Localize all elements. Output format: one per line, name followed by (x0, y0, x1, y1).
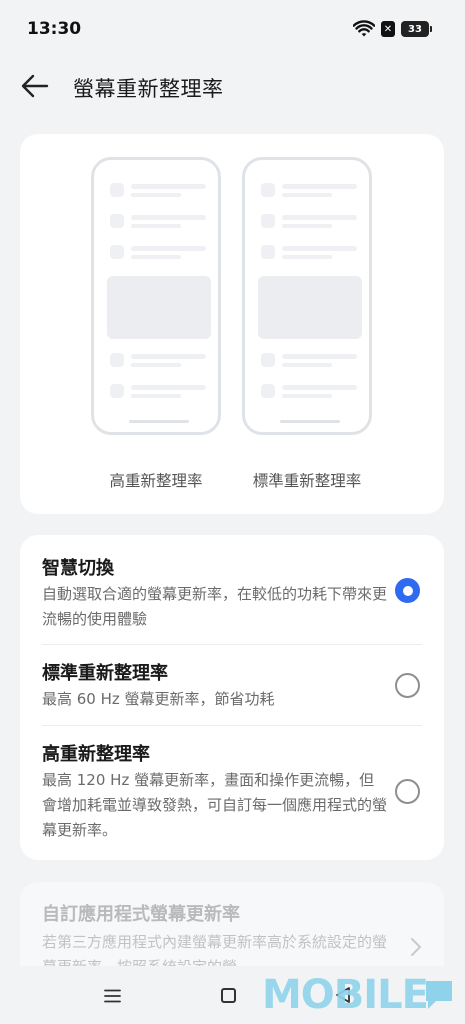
preview-list-row (110, 214, 206, 230)
status-bar: 13:30 ✕ 33 (0, 0, 465, 58)
status-time: 13:30 (27, 19, 82, 39)
phone-illustration-standard (242, 157, 372, 435)
preview-list-row (261, 384, 357, 400)
preview-image-block (258, 276, 362, 339)
option-title: 高重新整理率 (42, 744, 150, 765)
preview-list-row (261, 245, 357, 261)
preview-list-row (110, 245, 206, 261)
refresh-rate-preview-card: 高重新整理率 標準重新整理率 (20, 134, 444, 514)
app-bar: 螢幕重新整理率 (0, 60, 465, 112)
chevron-right-icon (411, 938, 421, 956)
option-description: 最高 60 Hz 螢幕更新率，節省功耗 (42, 690, 275, 708)
preview-home-indicator (129, 420, 189, 423)
option-standard-refresh[interactable]: 標準重新整理率 最高 60 Hz 螢幕更新率，節省功耗 (20, 645, 444, 725)
sim-x-icon: ✕ (381, 21, 395, 37)
phone-illustration-high (91, 157, 221, 435)
home-icon[interactable] (221, 988, 236, 1003)
preview-list-row (110, 183, 206, 199)
preview-list-row (261, 214, 357, 230)
wifi-icon (353, 20, 375, 37)
preview-list-row (110, 353, 206, 369)
preview-image-block (107, 276, 211, 339)
radio-smart-switch[interactable] (395, 578, 420, 603)
arrow-left-icon[interactable] (20, 72, 50, 100)
page-title: 螢幕重新整理率 (73, 77, 224, 101)
radio-high-refresh[interactable] (395, 779, 420, 804)
preview-list-row (261, 183, 357, 199)
preview-label-standard: 標準重新整理率 (252, 472, 362, 490)
preview-label-high: 高重新整理率 (109, 472, 203, 490)
preview-home-indicator (280, 420, 340, 423)
battery-level: 33 (408, 23, 422, 35)
navigation-bar: MOBILE (0, 966, 465, 1024)
status-icons: ✕ 33 (353, 20, 432, 38)
battery-icon: 33 (401, 21, 432, 37)
preview-list-row (110, 384, 206, 400)
option-description: 自動選取合適的螢幕更新率，在較低的功耗下帶來更流暢的使用體驗 (42, 585, 388, 628)
option-title: 智慧切換 (42, 558, 114, 579)
watermark-logo: MOBILE (262, 972, 429, 1018)
option-smart-switch[interactable]: 智慧切換 自動選取合適的螢幕更新率，在較低的功耗下帶來更流暢的使用體驗 (20, 535, 444, 643)
refresh-rate-options-card: 智慧切換 自動選取合適的螢幕更新率，在較低的功耗下帶來更流暢的使用體驗 標準重新… (20, 535, 444, 860)
option-title: 標準重新整理率 (42, 663, 168, 684)
watermark-flag-icon (426, 981, 452, 1009)
option-description: 最高 120 Hz 螢幕更新率，畫面和操作更流暢，但會增加耗電並導致發熱，可自訂… (42, 771, 388, 839)
radio-standard-refresh[interactable] (395, 673, 420, 698)
option-high-refresh[interactable]: 高重新整理率 最高 120 Hz 螢幕更新率，畫面和操作更流暢，但會增加耗電並導… (20, 726, 444, 860)
recent-apps-icon[interactable] (104, 989, 121, 1003)
preview-list-row (261, 353, 357, 369)
custom-refresh-title: 自訂應用程式螢幕更新率 (42, 904, 240, 925)
